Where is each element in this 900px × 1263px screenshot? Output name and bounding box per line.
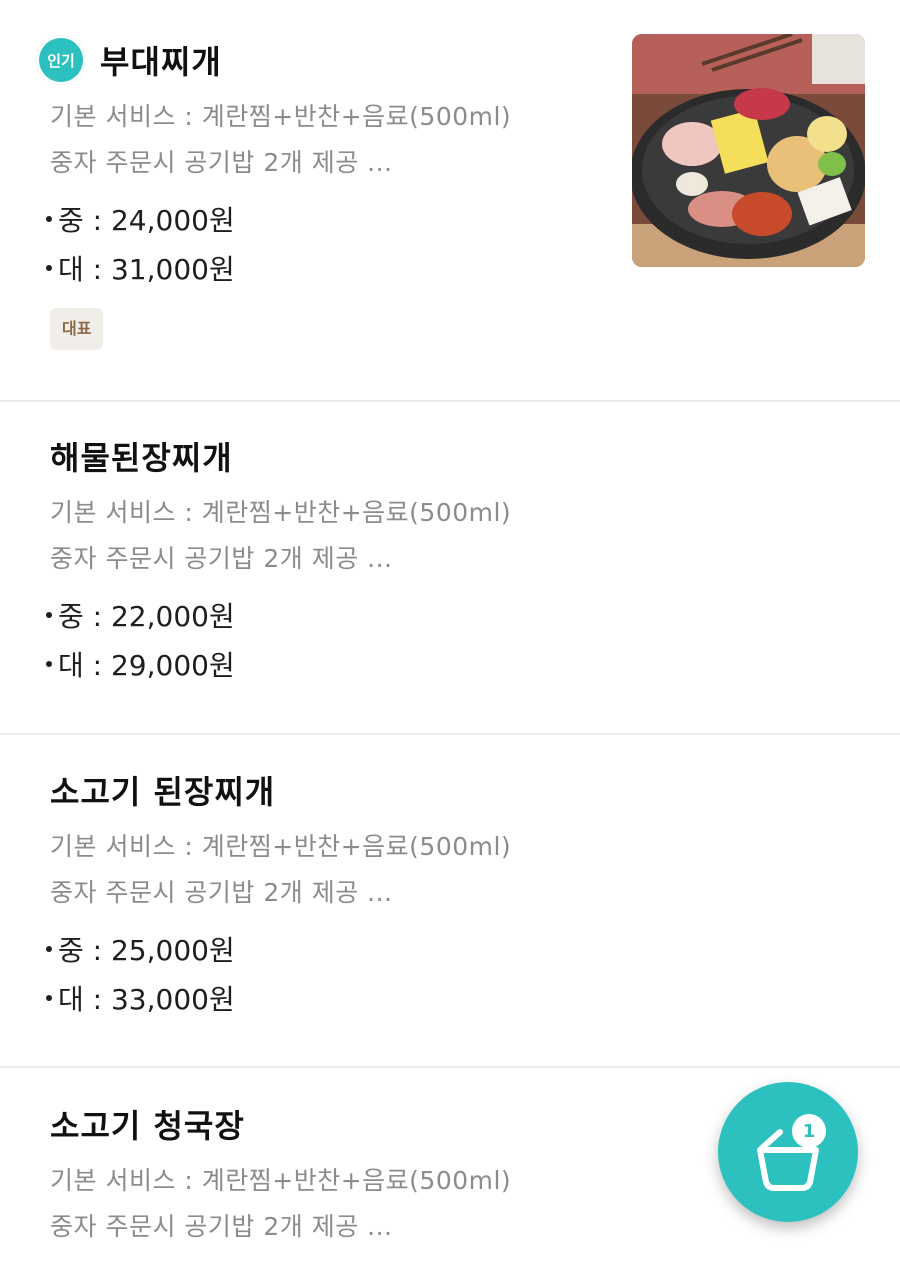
price-medium-text: 중 : 24,000원	[58, 204, 235, 237]
cart-button[interactable]	[718, 1082, 858, 1222]
service-text: 기본 서비스 : 계란찜+반찬+음료(500ml)	[50, 832, 512, 861]
price-large: 대 : 29,000원	[46, 641, 900, 690]
bullet-icon	[46, 946, 52, 952]
price-large-text: 대 : 31,000원	[58, 253, 235, 286]
menu-item-description: 기본 서비스 : 계란찜+반찬+음료(500ml) 중자 주문시 공기밥 2개 …	[50, 824, 900, 916]
divider	[0, 733, 900, 735]
menu-item-beef-doenjang-jjigae[interactable]: 소고기 된장찌개 기본 서비스 : 계란찜+반찬+음료(500ml) 중자 주문…	[0, 762, 900, 1066]
bullet-icon	[46, 612, 52, 618]
menu-item-name: 소고기 청국장	[50, 1107, 245, 1145]
divider	[0, 1066, 900, 1068]
price-large-text: 대 : 33,000원	[58, 983, 235, 1016]
bullet-icon	[46, 661, 52, 667]
menu-item-title-row: 소고기 된장찌개	[50, 762, 900, 818]
note-text: 중자 주문시 공기밥 2개 제공 ...	[50, 544, 393, 573]
note-text: 중자 주문시 공기밥 2개 제공 ...	[50, 878, 393, 907]
menu-item-name: 부대찌개	[100, 43, 222, 81]
menu-item-title-row: 해물된장찌개	[50, 428, 900, 484]
price-medium-text: 중 : 25,000원	[58, 934, 235, 967]
price-list: 중 : 22,000원 대 : 29,000원	[46, 592, 900, 690]
price-medium: 중 : 25,000원	[46, 926, 900, 975]
price-medium-text: 중 : 22,000원	[58, 600, 235, 633]
food-image-icon	[632, 34, 865, 267]
menu-list: 인기 부대찌개 기본 서비스 : 계란찜+반찬+음료(500ml) 중자 주문시…	[0, 0, 900, 1263]
signature-tag: 대표	[50, 308, 104, 350]
popular-badge: 인기	[36, 35, 86, 85]
price-large: 대 : 33,000원	[46, 975, 900, 1024]
menu-item-name: 소고기 된장찌개	[50, 773, 276, 811]
price-list: 중 : 25,000원 대 : 33,000원	[46, 926, 900, 1024]
bullet-icon	[46, 995, 52, 1001]
divider	[0, 400, 900, 402]
menu-item-seafood-doenjang-jjigae[interactable]: 해물된장찌개 기본 서비스 : 계란찜+반찬+음료(500ml) 중자 주문시 …	[0, 428, 900, 732]
basket-icon	[757, 1129, 819, 1191]
price-large-text: 대 : 29,000원	[58, 649, 235, 682]
bullet-icon	[46, 265, 52, 271]
price-medium: 중 : 22,000원	[46, 592, 900, 641]
menu-item-name: 해물된장찌개	[50, 439, 233, 477]
budae-jjigae-photo[interactable]	[632, 34, 865, 267]
bullet-icon	[46, 216, 52, 222]
cart-count-badge: 1	[792, 1114, 826, 1148]
service-text: 기본 서비스 : 계란찜+반찬+음료(500ml)	[50, 498, 512, 527]
menu-item-description: 기본 서비스 : 계란찜+반찬+음료(500ml) 중자 주문시 공기밥 2개 …	[50, 490, 900, 582]
